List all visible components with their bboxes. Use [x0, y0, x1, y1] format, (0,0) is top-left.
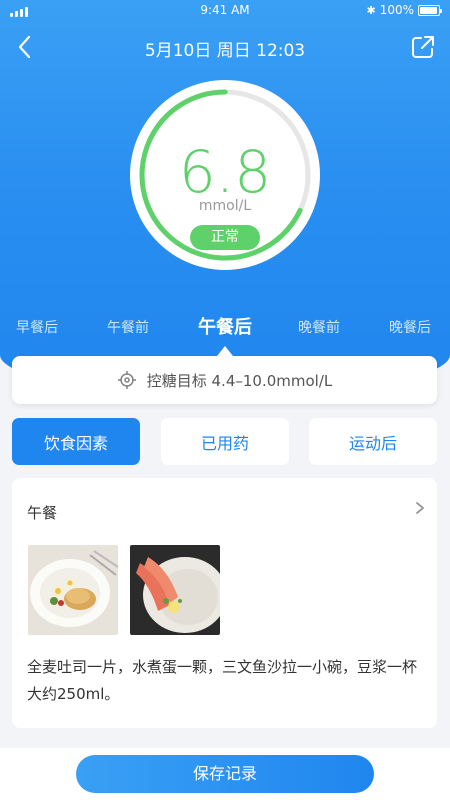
save-record-button[interactable]: 保存记录 [76, 755, 374, 793]
meal-title: 午餐 [27, 504, 58, 522]
food-photo-salmon-salad [130, 545, 220, 635]
meal-card: 午餐 全麦吐司一片，水煮蛋一颗，三文鱼沙拉一小碗，豆浆一杯大约250ml。 [12, 478, 437, 728]
medication-button[interactable]: 已用药 [161, 418, 289, 465]
meal-photo-2[interactable] [130, 545, 220, 635]
glucose-unit: mmol/L [198, 198, 252, 214]
tab-after-dinner[interactable]: 晚餐后 [389, 317, 431, 337]
diet-factor-button[interactable]: 饮食因素 [12, 418, 140, 465]
glucose-value: 6.8 [178, 138, 272, 206]
meal-time-tabs: 早餐后 午餐前 午餐后 晚餐前 晚餐后 [0, 313, 450, 343]
target-icon [117, 371, 136, 389]
food-photo-toast-egg [28, 545, 118, 635]
exercise-button[interactable]: 运动后 [309, 418, 437, 465]
footer-bar: 保存记录 [0, 748, 450, 800]
target-range-text: 控糖目标 4.4–10.0mmol/L [146, 371, 333, 390]
meal-photo-1[interactable] [28, 545, 118, 635]
battery-percent: 100% [379, 3, 414, 17]
glucose-gauge: 6.8 mmol/L 正常 [130, 80, 320, 270]
tab-before-lunch[interactable]: 午餐前 [107, 317, 149, 337]
share-icon [412, 36, 434, 58]
tab-before-breakfast-after[interactable]: 早餐后 [16, 317, 58, 337]
status-badge: 正常 [190, 225, 260, 250]
top-bar: 5月10日 周日 12:03 [0, 30, 450, 64]
factor-buttons: 饮食因素 已用药 运动后 [12, 418, 437, 465]
tab-before-dinner[interactable]: 晚餐前 [298, 317, 340, 337]
tab-pointer [217, 346, 233, 356]
share-button[interactable] [408, 32, 438, 62]
target-range-card: 控糖目标 4.4–10.0mmol/L [12, 356, 437, 404]
meal-description: 全麦吐司一片，水煮蛋一颗，三文鱼沙拉一小碗，豆浆一杯大约250ml。 [27, 658, 418, 703]
chevron-right-icon [416, 502, 424, 514]
page-title: 5月10日 周日 12:03 [144, 41, 306, 61]
battery-icon [418, 4, 442, 16]
status-bar: 9:41 AM ✱ 100% [0, 0, 450, 22]
meal-detail-button[interactable] [413, 500, 427, 519]
bluetooth-icon: ✱ [366, 3, 376, 17]
tab-after-lunch[interactable]: 午餐后 [198, 313, 252, 339]
